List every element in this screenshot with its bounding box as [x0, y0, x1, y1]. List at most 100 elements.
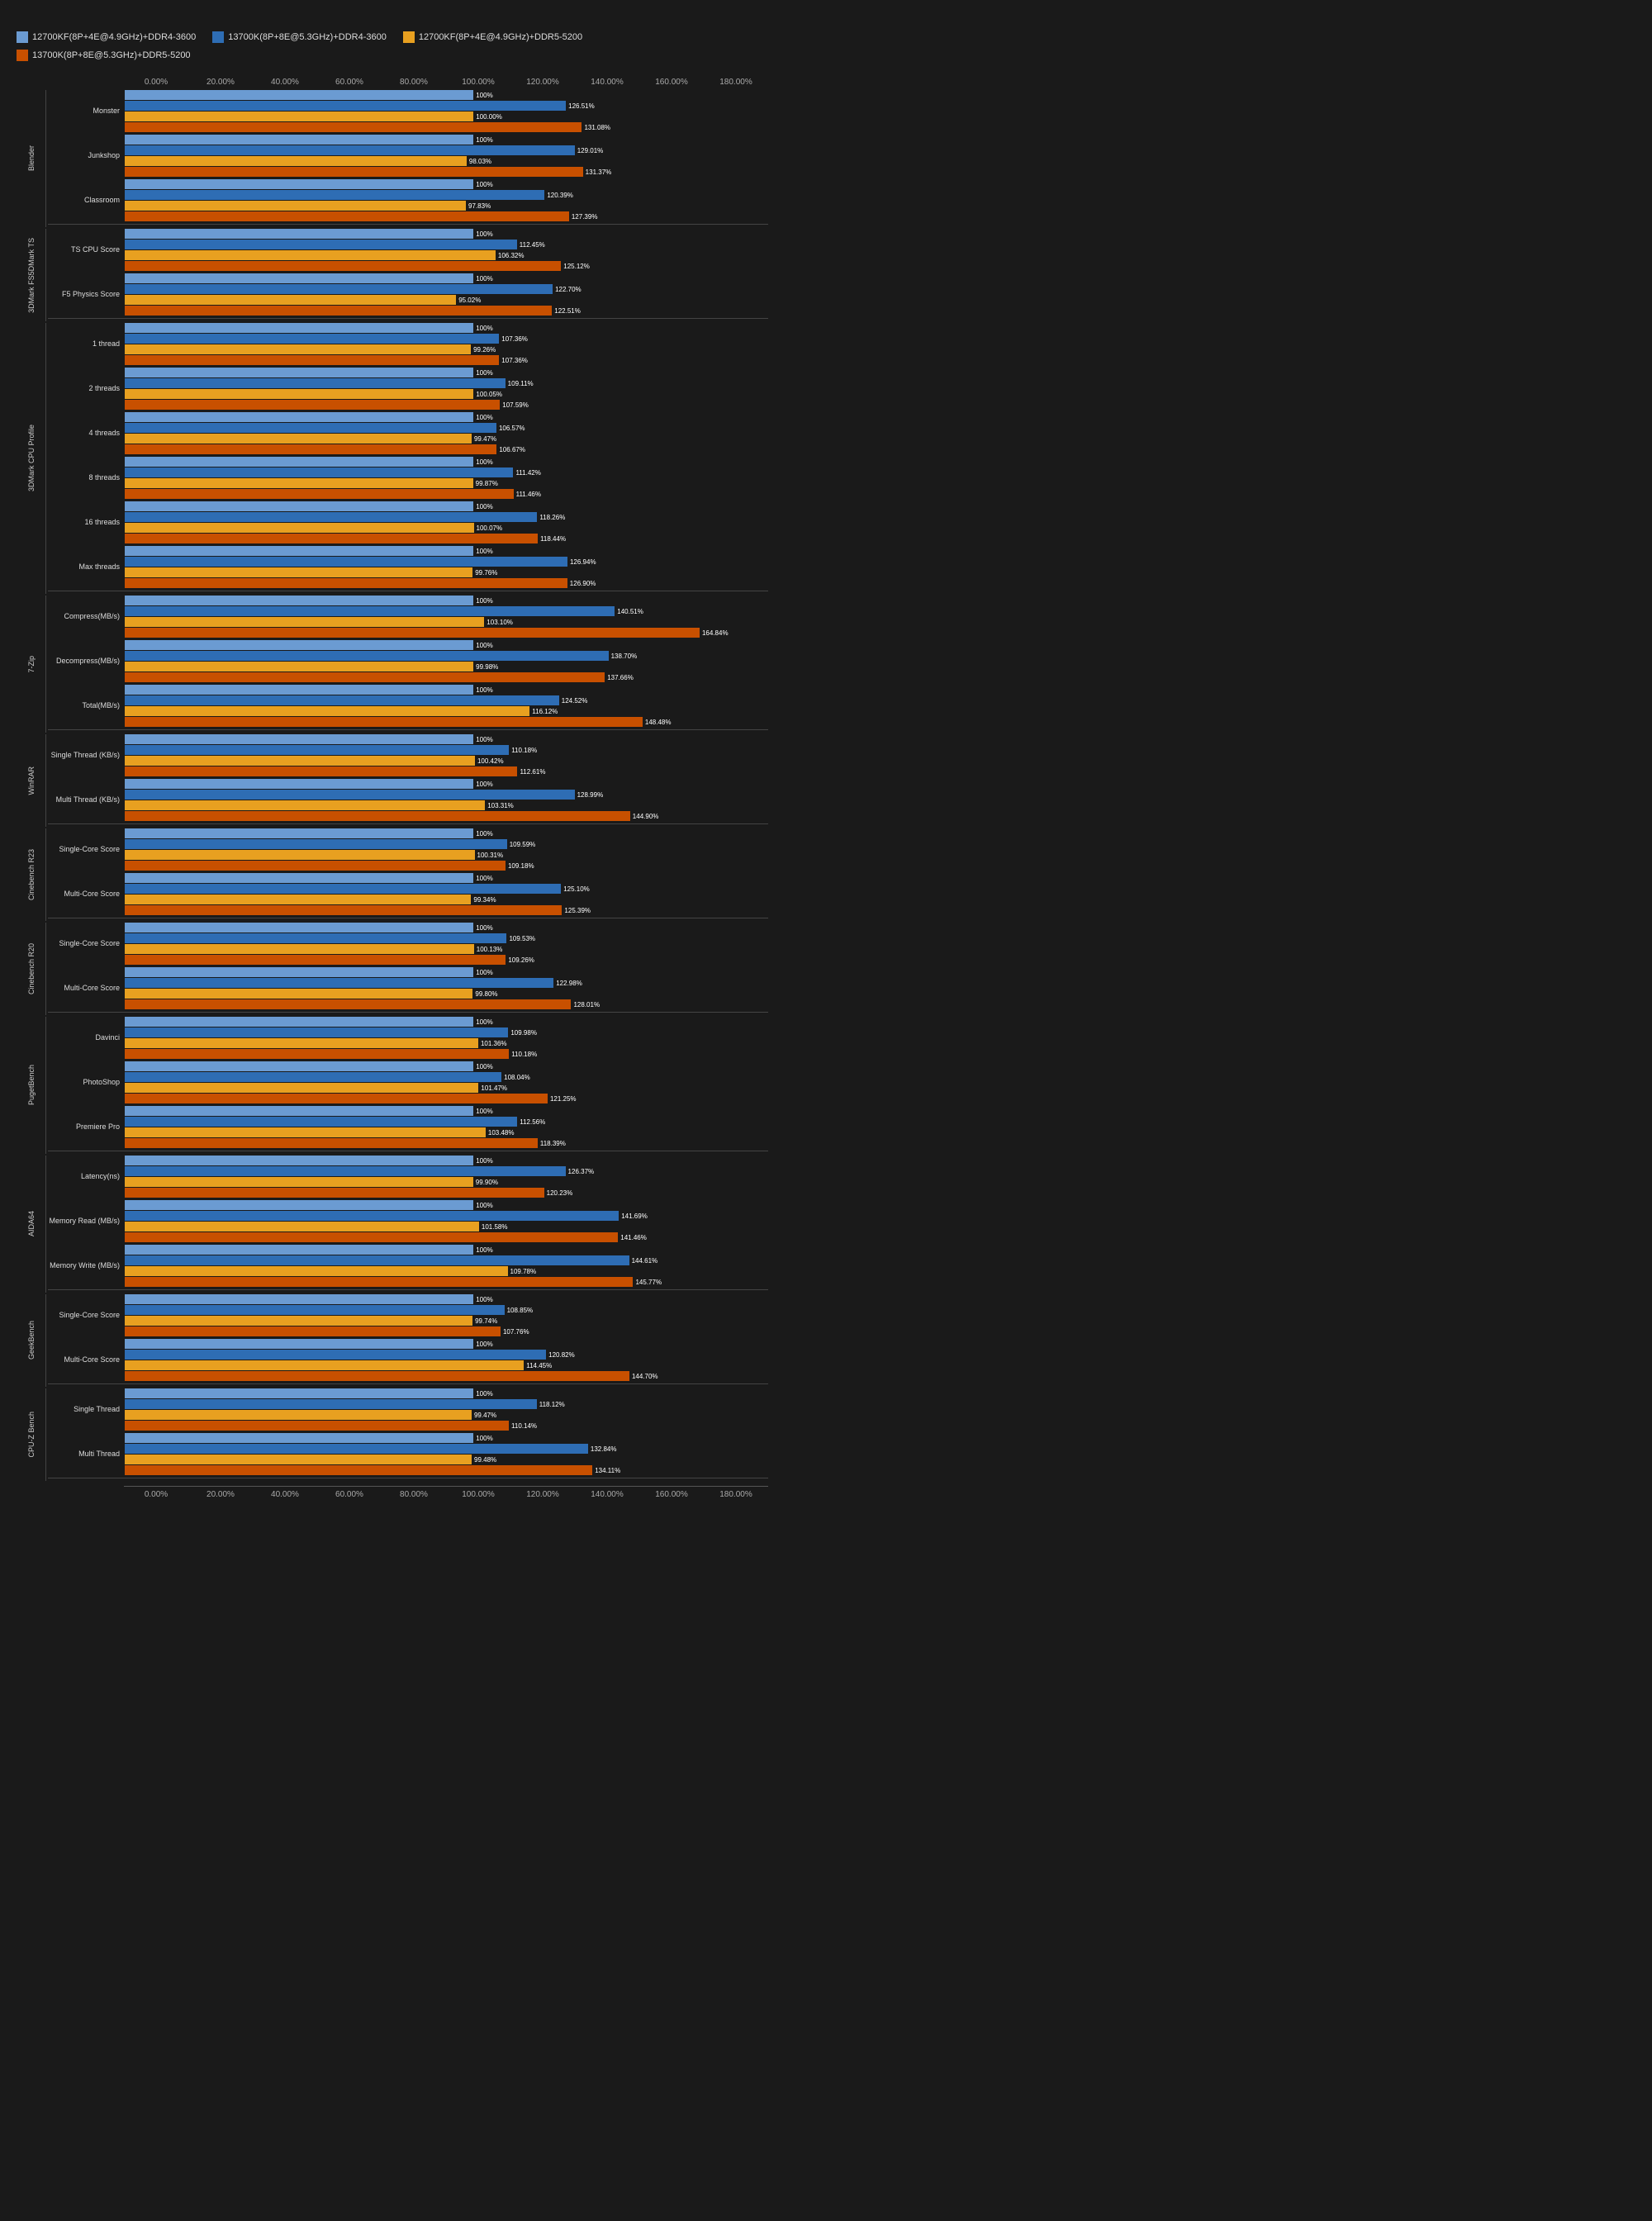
bar-wrapper: 109.11%	[125, 378, 768, 388]
bars-container: 100%126.37%99.90%120.23%	[125, 1156, 768, 1198]
bar-value: 100%	[476, 458, 492, 466]
chart-row: Single-Core Score100%109.53%100.13%109.2…	[48, 923, 768, 965]
bar-3	[125, 672, 605, 682]
bar-value: 99.90%	[476, 1179, 498, 1186]
group-section-8: AIDA64Latency(ns)100%126.37%99.90%120.23…	[17, 1156, 768, 1293]
bar-3	[125, 766, 517, 776]
bar-value: 100%	[476, 1108, 492, 1115]
group-label-8: AIDA64	[17, 1156, 45, 1293]
bar-2	[125, 1083, 478, 1093]
bar-wrapper: 116.12%	[125, 706, 768, 716]
bar-1	[125, 933, 506, 943]
bars-container: 100%112.56%103.48%118.39%	[125, 1106, 768, 1148]
bar-2	[125, 201, 466, 211]
bars-container: 100%144.61%109.78%145.77%	[125, 1245, 768, 1287]
bars-container: 100%126.51%100.00%131.08%	[125, 90, 768, 132]
bar-1	[125, 884, 561, 894]
bar-wrapper: 110.14%	[125, 1421, 768, 1431]
bar-3	[125, 1188, 544, 1198]
bars-container: 100%140.51%103.10%164.84%	[125, 596, 768, 638]
bar-value: 120.39%	[547, 192, 573, 199]
bar-wrapper: 114.45%	[125, 1360, 768, 1370]
bar-wrapper: 103.48%	[125, 1127, 768, 1137]
legend-item-0: 12700KF(8P+4E@4.9GHz)+DDR4-3600	[17, 31, 196, 43]
bar-value: 144.70%	[632, 1373, 658, 1380]
chart-row: Multi Thread100%132.84%99.48%134.11%	[48, 1433, 768, 1475]
bar-wrapper: 97.83%	[125, 201, 768, 211]
bar-value: 112.45%	[520, 241, 545, 249]
bar-value: 114.45%	[526, 1362, 552, 1369]
bar-value: 128.99%	[577, 791, 604, 799]
bar-value: 164.84%	[702, 629, 729, 637]
bar-wrapper: 118.44%	[125, 534, 768, 543]
bar-value: 100%	[476, 1435, 492, 1442]
bar-0	[125, 412, 473, 422]
bar-wrapper: 111.46%	[125, 489, 768, 499]
bar-wrapper: 100.31%	[125, 850, 768, 860]
bar-wrapper: 144.70%	[125, 1371, 768, 1381]
bar-wrapper: 99.90%	[125, 1177, 768, 1187]
bar-wrapper: 109.59%	[125, 839, 768, 849]
bar-value: 148.48%	[645, 719, 672, 726]
bar-wrapper: 100%	[125, 323, 768, 333]
bar-value: 100%	[476, 181, 492, 188]
chart-row: 1 thread100%107.36%99.26%107.36%	[48, 323, 768, 365]
bar-value: 106.57%	[499, 425, 525, 432]
bar-value: 122.70%	[555, 286, 582, 293]
bar-2	[125, 1222, 479, 1232]
bar-value: 100%	[476, 275, 492, 282]
bar-3	[125, 400, 500, 410]
bar-wrapper: 100%	[125, 457, 768, 467]
bar-1	[125, 101, 566, 111]
bar-wrapper: 132.84%	[125, 1444, 768, 1454]
bar-3	[125, 1277, 633, 1287]
bar-wrapper: 100%	[125, 685, 768, 695]
bar-value: 137.66%	[607, 674, 634, 681]
legend: 12700KF(8P+4E@4.9GHz)+DDR4-360013700K(8P…	[17, 31, 768, 61]
bar-wrapper: 103.31%	[125, 800, 768, 810]
bar-wrapper: 99.76%	[125, 567, 768, 577]
bar-wrapper: 111.42%	[125, 467, 768, 477]
bar-wrapper: 99.87%	[125, 478, 768, 488]
bar-wrapper: 100%	[125, 596, 768, 605]
bar-3	[125, 1326, 501, 1336]
bar-3	[125, 811, 630, 821]
x-label: 20.00%	[188, 78, 253, 87]
bar-1	[125, 1399, 537, 1409]
bar-wrapper: 137.66%	[125, 672, 768, 682]
bar-0	[125, 1017, 473, 1027]
bar-wrapper: 107.36%	[125, 334, 768, 344]
bar-3	[125, 1049, 509, 1059]
group-label-5: Cinebench R23	[17, 828, 45, 921]
bar-2	[125, 662, 473, 672]
bar-wrapper: 99.47%	[125, 434, 768, 444]
bar-1	[125, 1211, 619, 1221]
bar-value: 99.98%	[476, 663, 498, 671]
bar-1	[125, 1027, 508, 1037]
bar-wrapper: 121.25%	[125, 1094, 768, 1103]
bar-value: 101.58%	[482, 1223, 508, 1231]
bar-value: 120.23%	[547, 1189, 573, 1197]
bar-2	[125, 1410, 472, 1420]
chart-row: Multi-Core Score100%120.82%114.45%144.70…	[48, 1339, 768, 1381]
bar-value: 100%	[476, 642, 492, 649]
bar-value: 144.90%	[633, 813, 659, 820]
bar-wrapper: 107.36%	[125, 355, 768, 365]
bar-value: 126.51%	[568, 102, 595, 110]
bars-container: 100%118.12%99.47%110.14%	[125, 1388, 768, 1431]
bar-wrapper: 100%	[125, 90, 768, 100]
bar-value: 99.47%	[474, 1412, 496, 1419]
bar-value: 118.26%	[539, 514, 565, 521]
bar-2	[125, 1266, 508, 1276]
bar-value: 122.98%	[556, 980, 582, 987]
bar-wrapper: 107.59%	[125, 400, 768, 410]
bar-wrapper: 126.90%	[125, 578, 768, 588]
bar-3	[125, 1138, 538, 1148]
group-label-4: WinRAR	[17, 734, 45, 827]
bar-wrapper: 100%	[125, 229, 768, 239]
bar-value: 108.04%	[504, 1074, 530, 1081]
bar-value: 110.18%	[511, 1051, 537, 1058]
bar-wrapper: 100%	[125, 1106, 768, 1116]
bar-3	[125, 1421, 509, 1431]
bar-3	[125, 717, 643, 727]
